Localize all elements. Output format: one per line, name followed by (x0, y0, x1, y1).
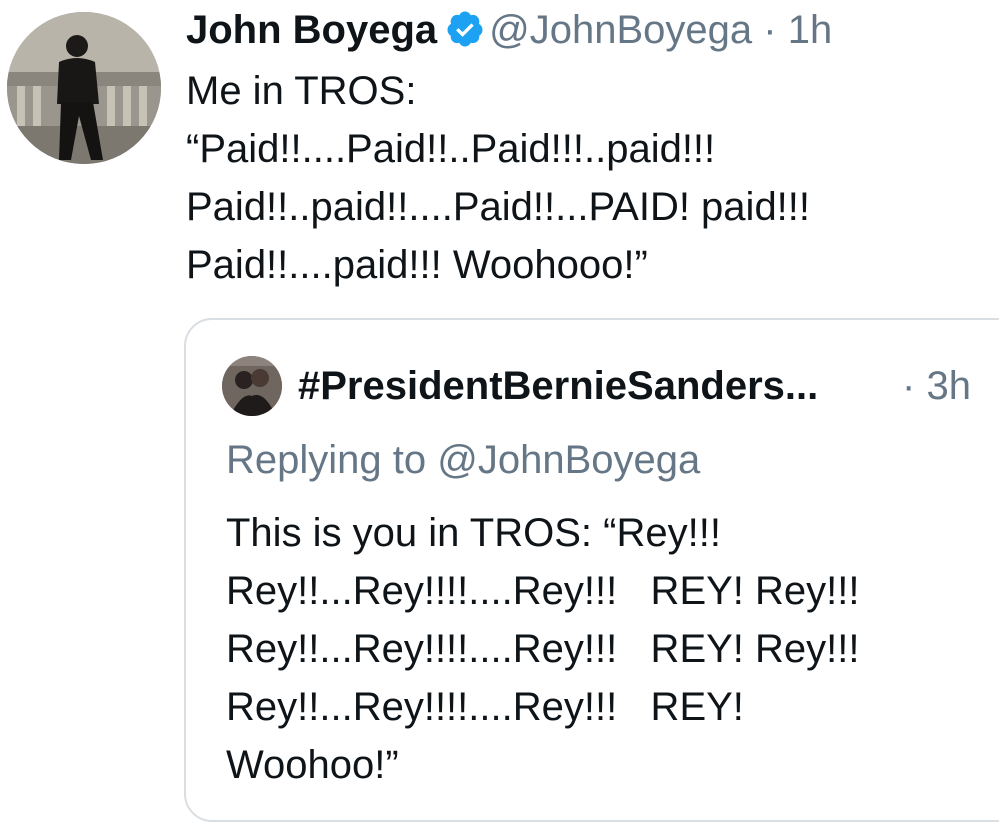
quoted-tweet-timestamp[interactable]: 3h (926, 364, 971, 408)
quoted-text-line: Woohoo!” (226, 743, 399, 787)
quoted-tweet-card[interactable]: #PresidentBernieSanders... · 3h Replying… (184, 318, 999, 822)
quoted-tweet-text: This is you in TROS: “Rey!!! Rey!!...Rey… (226, 504, 860, 794)
author-handle[interactable]: @JohnBoyega (489, 8, 752, 52)
tweet-header: John Boyega @JohnBoyega · 1h (186, 2, 832, 58)
separator-dot: · (752, 8, 788, 52)
quoted-text-line: This is you in TROS: “Rey!!! (226, 511, 721, 555)
profile-photo-icon (222, 356, 282, 416)
tweet-text-line: Paid!!..paid!!....Paid!!...PAID! paid!!! (186, 185, 811, 229)
quoted-author-avatar[interactable] (222, 356, 282, 416)
separator-dot: · (902, 364, 916, 408)
tweet[interactable]: John Boyega @JohnBoyega · 1h Me in TROS: … (0, 0, 999, 832)
quoted-text-line: Rey!!...Rey!!!!....Rey!!! REY! Rey!!! (226, 627, 860, 671)
tweet-text-line: “Paid!!....Paid!!..Paid!!!..paid!!! (186, 127, 716, 171)
tweet-timestamp[interactable]: 1h (788, 8, 833, 52)
author-avatar[interactable] (7, 12, 161, 164)
tweet-text-line: Me in TROS: (186, 69, 417, 113)
quoted-tweet-meta: · 3h (902, 358, 971, 414)
tweet-text-line: Paid!!....paid!!! Woohooo!” (186, 243, 648, 287)
quoted-author-name[interactable]: #PresidentBernieSanders... (298, 358, 818, 414)
quoted-text-line: Rey!!...Rey!!!!....Rey!!! REY! Rey!!! (226, 569, 860, 613)
profile-photo-icon (7, 12, 161, 164)
quoted-text-line: Rey!!...Rey!!!!....Rey!!! REY! (226, 685, 744, 729)
verified-badge-icon (447, 11, 483, 47)
replying-to-label: Replying to @JohnBoyega (226, 438, 701, 482)
author-name[interactable]: John Boyega (186, 8, 437, 52)
tweet-text: Me in TROS: “Paid!!....Paid!!..Paid!!!..… (186, 62, 976, 294)
